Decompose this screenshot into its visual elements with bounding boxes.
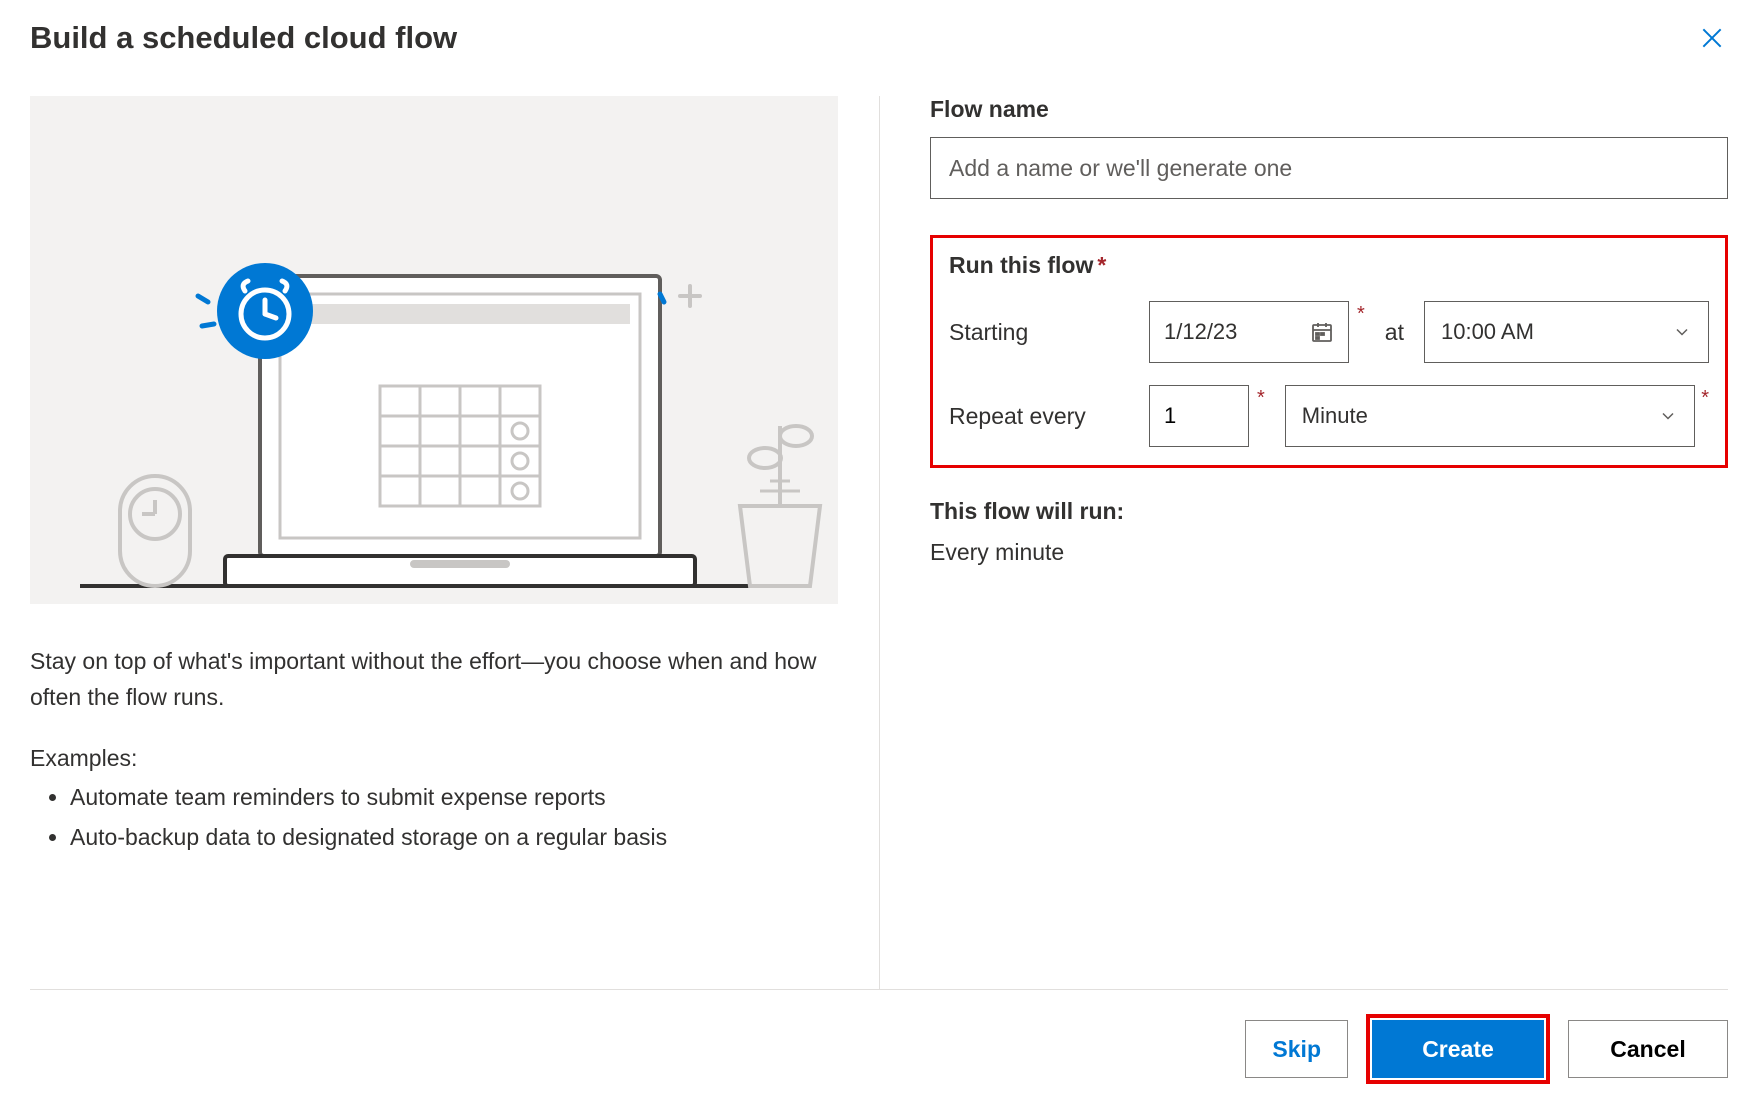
required-indicator: *: [1097, 252, 1106, 278]
starting-date-input[interactable]: 1/12/23: [1149, 301, 1349, 363]
close-button[interactable]: [1696, 22, 1728, 54]
create-button[interactable]: Create: [1372, 1020, 1544, 1078]
flow-name-input[interactable]: [930, 137, 1728, 199]
repeat-every-label: Repeat every: [949, 403, 1129, 430]
run-flow-section: Run this flow* Starting 1/12/23 *: [930, 235, 1728, 468]
run-this-flow-label: Run this flow*: [949, 252, 1709, 279]
illustration-image: [30, 96, 838, 604]
chevron-down-icon: [1658, 406, 1678, 426]
flow-name-label: Flow name: [930, 96, 1728, 123]
starting-time-select[interactable]: 10:00 AM: [1424, 301, 1709, 363]
examples-label: Examples:: [30, 745, 829, 772]
starting-label: Starting: [949, 319, 1129, 346]
close-icon: [1699, 25, 1725, 51]
required-indicator: *: [1257, 387, 1265, 410]
repeat-unit-value: Minute: [1302, 403, 1368, 429]
calendar-icon: [1310, 320, 1334, 344]
flow-run-summary-text: Every minute: [930, 539, 1728, 566]
repeat-interval-input[interactable]: [1149, 385, 1249, 447]
starting-date-value: 1/12/23: [1164, 319, 1237, 345]
description-text: Stay on top of what's important without …: [30, 644, 829, 715]
required-indicator: *: [1357, 303, 1365, 326]
examples-list: Automate team reminders to submit expens…: [70, 780, 829, 855]
at-label: at: [1385, 319, 1404, 346]
list-item: Automate team reminders to submit expens…: [70, 780, 829, 816]
repeat-unit-select[interactable]: Minute: [1285, 385, 1695, 447]
required-indicator: *: [1701, 387, 1709, 410]
list-item: Auto-backup data to designated storage o…: [70, 820, 829, 856]
dialog-title: Build a scheduled cloud flow: [30, 20, 457, 56]
starting-time-value: 10:00 AM: [1441, 319, 1534, 345]
cancel-button[interactable]: Cancel: [1568, 1020, 1728, 1078]
chevron-down-icon: [1672, 322, 1692, 342]
skip-button[interactable]: Skip: [1245, 1020, 1348, 1078]
flow-run-summary-label: This flow will run:: [930, 498, 1728, 525]
create-button-highlight: Create: [1366, 1014, 1550, 1084]
